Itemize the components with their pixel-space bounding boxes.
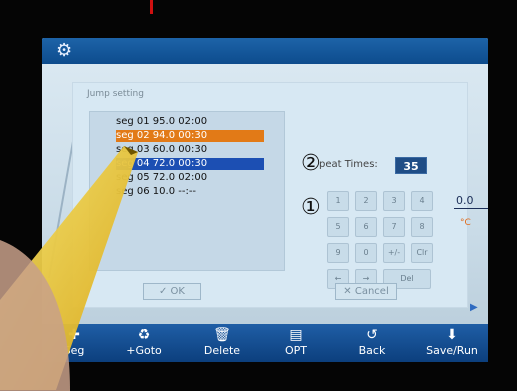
- segment-row[interactable]: seg 05 72.0 02:00: [116, 172, 264, 184]
- toolbar-label: +Goto: [126, 344, 162, 357]
- right-unit: °C: [460, 218, 471, 228]
- key-1[interactable]: 1: [327, 191, 349, 211]
- device-screen: ⚙ Jump setting seg 01 95.0 02:00 seg 02 …: [42, 38, 488, 362]
- right-value: 0.0: [456, 194, 474, 207]
- gear-icon[interactable]: ⚙: [56, 42, 74, 60]
- save-run-icon: ⬇: [446, 327, 458, 343]
- segment-label: seg 02 94.0 00:30: [116, 130, 208, 141]
- toolbar-label: OPT: [284, 344, 307, 357]
- toolbar-label: Delete: [203, 344, 241, 357]
- segment-label: seg 01 95.0 02:00: [116, 116, 208, 127]
- trash-icon: 🗑: [213, 327, 231, 343]
- key-9[interactable]: 9: [327, 243, 349, 263]
- toolbar-delete-button[interactable]: 🗑 Delete: [194, 326, 250, 360]
- marker-2: ②: [301, 151, 321, 176]
- repeat-times-input[interactable]: 35: [395, 157, 427, 174]
- toolbar-label: Save/Run: [426, 344, 478, 357]
- key-5[interactable]: 5: [327, 217, 349, 237]
- key-4[interactable]: 4: [411, 191, 433, 211]
- marker-1: ①: [301, 195, 321, 220]
- ok-button[interactable]: ✓ OK: [143, 283, 201, 300]
- segment-row[interactable]: seg 03 60.0 00:30: [116, 144, 264, 156]
- toolbar-back-button[interactable]: ↺ Back: [344, 326, 400, 360]
- option-icon: ▤: [289, 327, 303, 343]
- toolbar-save-run-button[interactable]: ⬇ Save/Run: [424, 326, 480, 360]
- back-icon: ↺: [366, 327, 378, 343]
- key-2[interactable]: 2: [355, 191, 377, 211]
- cancel-button[interactable]: ✕ Cancel: [335, 283, 397, 300]
- segment-label: seg 05 72.0 02:00: [116, 172, 208, 183]
- segment-row[interactable]: seg 06 10.0 --:--: [116, 186, 264, 198]
- key-7[interactable]: 7: [383, 217, 405, 237]
- toolbar-goto-button[interactable]: ♻ +Goto: [116, 326, 172, 360]
- key-0[interactable]: 0: [355, 243, 377, 263]
- segment-row-selected-orange[interactable]: seg 02 94.0 00:30: [116, 130, 264, 142]
- repeat-times-label: peat Times:: [319, 159, 378, 170]
- key-plus-minus[interactable]: +/-: [383, 243, 405, 263]
- key-clear[interactable]: Clr: [411, 243, 433, 263]
- segment-row-selected-blue[interactable]: seg 04 72.0 00:30: [116, 158, 264, 170]
- toolbar-label: Seg: [63, 344, 85, 357]
- segment-row[interactable]: seg 01 95.0 02:00: [116, 116, 264, 128]
- dialog-title: Jump setting: [87, 89, 144, 99]
- toolbar-seg-button[interactable]: ✚ Seg: [46, 326, 102, 360]
- toolbar-opt-button[interactable]: ▤ OPT: [268, 326, 324, 360]
- toolbar-label: Back: [358, 344, 386, 357]
- segment-label: seg 06 10.0 --:--: [116, 186, 197, 197]
- segment-list: seg 01 95.0 02:00 seg 02 94.0 00:30 seg …: [89, 111, 285, 271]
- goto-icon: ♻: [137, 327, 151, 343]
- segment-label: seg 03 60.0 00:30: [116, 144, 208, 155]
- segment-label: seg 04 72.0 00:30: [116, 158, 208, 169]
- key-8[interactable]: 8: [411, 217, 433, 237]
- add-segment-icon: ✚: [68, 327, 80, 343]
- scroll-right-icon[interactable]: ▶: [470, 302, 478, 313]
- bottom-toolbar: ✚ Seg ♻ +Goto 🗑 Delete ▤ OPT ↺ Back ⬇ Sa…: [42, 324, 488, 362]
- right-divider: [454, 208, 488, 209]
- title-bar: ⚙: [42, 38, 488, 64]
- key-3[interactable]: 3: [383, 191, 405, 211]
- key-6[interactable]: 6: [355, 217, 377, 237]
- jump-setting-dialog: Jump setting seg 01 95.0 02:00 seg 02 94…: [72, 82, 468, 308]
- red-marker: [150, 0, 153, 14]
